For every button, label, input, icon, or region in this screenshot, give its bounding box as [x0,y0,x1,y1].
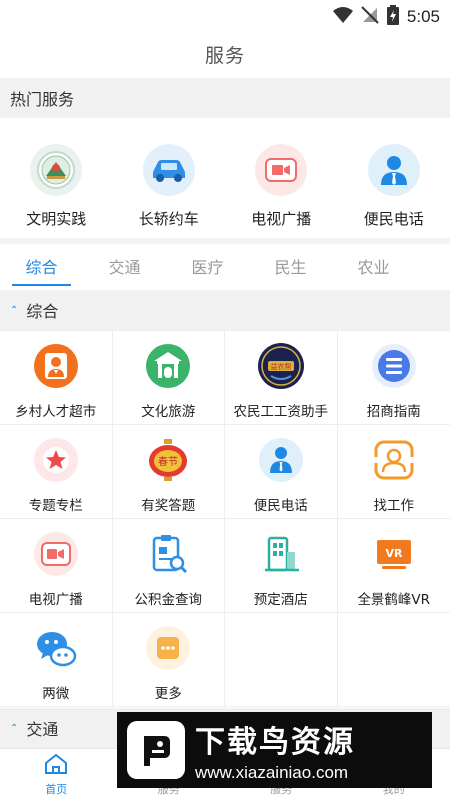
hot-services-header: 热门服务 [0,78,450,118]
person-tie-icon [367,144,420,196]
hotel-icon [256,529,306,579]
watermark-url: www.xiazainiao.com [195,763,349,782]
list-icon [369,341,419,391]
service-tv[interactable]: 电视广播 [0,519,113,613]
wage-badge-icon: 益农帮 [256,341,306,391]
no-signal-icon [361,6,379,28]
video-icon [255,144,308,196]
service-phone[interactable]: 便民电话 [225,425,338,519]
general-section-title: 综合 [26,302,59,321]
service-investment-guide[interactable]: 招商指南 [337,331,450,425]
tab-livelihood[interactable]: 民生 [249,244,332,288]
weibo-wechat-icon [31,623,81,673]
wifi-icon [332,7,353,27]
service-label: 更多 [154,686,182,702]
service-more[interactable]: 更多 [112,613,225,707]
service-hotel[interactable]: 预定酒店 [225,519,338,613]
service-label: 两微 [42,686,70,702]
service-label: 文化旅游 [141,404,196,420]
service-weibo-wechat[interactable]: 两微 [0,613,113,707]
watermark-text: 下载鸟资源 www.xiazainiao.com [195,717,355,783]
service-label: 公积金查询 [134,592,203,608]
talent-icon [31,341,81,391]
service-quiz[interactable]: 春节 有奖答题 [112,425,225,519]
service-label: 有奖答题 [141,498,196,514]
service-label: 乡村人才超市 [15,404,97,420]
tab-agriculture[interactable]: 农业 [332,244,415,288]
vr-icon: VR [369,529,419,579]
hot-service-label: 电视广播 [251,210,312,228]
tab-general[interactable]: 综合 [0,244,83,288]
title-bar: 服务 [0,32,450,76]
general-section-header[interactable]: ⌃ 综合 [0,290,450,330]
video-icon [31,529,81,579]
service-housing-fund[interactable]: 公积金查询 [112,519,225,613]
service-label: 招商指南 [366,404,421,420]
more-icon [143,623,193,673]
hot-service-tv[interactable]: 电视广播 [225,118,338,238]
emblem-icon [30,144,83,196]
home-icon [43,753,69,779]
wage-badge-text: 益农帮 [270,362,291,371]
document-search-icon [143,529,193,579]
page-title: 服务 [204,44,245,67]
watermark-banner: 下载鸟资源 www.xiazainiao.com [117,712,432,788]
service-label: 电视广播 [28,592,83,608]
service-culture-tourism[interactable]: 文化旅游 [112,331,225,425]
category-tabs: 综合 交通 医疗 民生 农业 [0,244,450,288]
person-tie-icon [256,435,306,485]
hot-service-label: 文明实践 [26,210,87,228]
status-icons: 5:05 [332,5,440,29]
service-label: 找工作 [373,498,415,514]
lantern-icon: 春节 [143,435,193,485]
service-talent-market[interactable]: 乡村人才超市 [0,331,113,425]
tab-medical[interactable]: 医疗 [166,244,249,288]
bird-logo-icon [127,721,185,779]
service-special-topics[interactable]: 专题专栏 [0,425,113,519]
battery-icon [386,5,399,29]
service-wage-helper[interactable]: 益农帮 农民工工资助手 [225,331,338,425]
hot-service-label: 长轿约车 [138,210,199,228]
nav-home[interactable]: 首页 [0,749,113,800]
service-vr[interactable]: VR 全景鹤峰VR [337,519,450,613]
hot-service-label: 便民电话 [363,210,424,228]
hot-service-phone[interactable]: 便民电话 [338,118,450,238]
service-label: 专题专栏 [28,498,83,514]
hot-services-row: 文明实践 长轿约车 电视广播 便民电话 [0,118,450,238]
star-icon [31,435,81,485]
nav-label: 首页 [45,782,68,796]
status-bar: 5:05 [0,0,450,32]
caret-up-icon: ⌃ [10,722,19,734]
tab-traffic[interactable]: 交通 [83,244,166,288]
empty-cell [337,613,450,707]
service-grid: 乡村人才超市 文化旅游 益农帮 农民工工资助手 招商指南 专题专栏 春节 有奖答… [0,330,450,707]
car-icon [142,144,195,196]
pavilion-icon [143,341,193,391]
service-label: 预定酒店 [253,592,308,608]
watermark-title: 下载鸟资源 [195,725,355,760]
empty-cell [225,613,338,707]
lantern-text: 春节 [158,456,178,468]
hot-services-title: 热门服务 [10,90,75,109]
hot-service-car[interactable]: 长轿约车 [113,118,226,238]
traffic-section-title: 交通 [26,720,59,739]
status-time: 5:05 [406,7,440,26]
service-label: 农民工工资助手 [233,404,329,420]
caret-up-icon: ⌃ [10,304,19,316]
vr-badge-text: VR [385,547,403,560]
service-find-job[interactable]: 找工作 [337,425,450,519]
service-label: 便民电话 [253,498,308,514]
service-label: 全景鹤峰VR [357,592,431,608]
hot-service-civilization[interactable]: 文明实践 [0,118,113,238]
job-search-icon [369,435,419,485]
